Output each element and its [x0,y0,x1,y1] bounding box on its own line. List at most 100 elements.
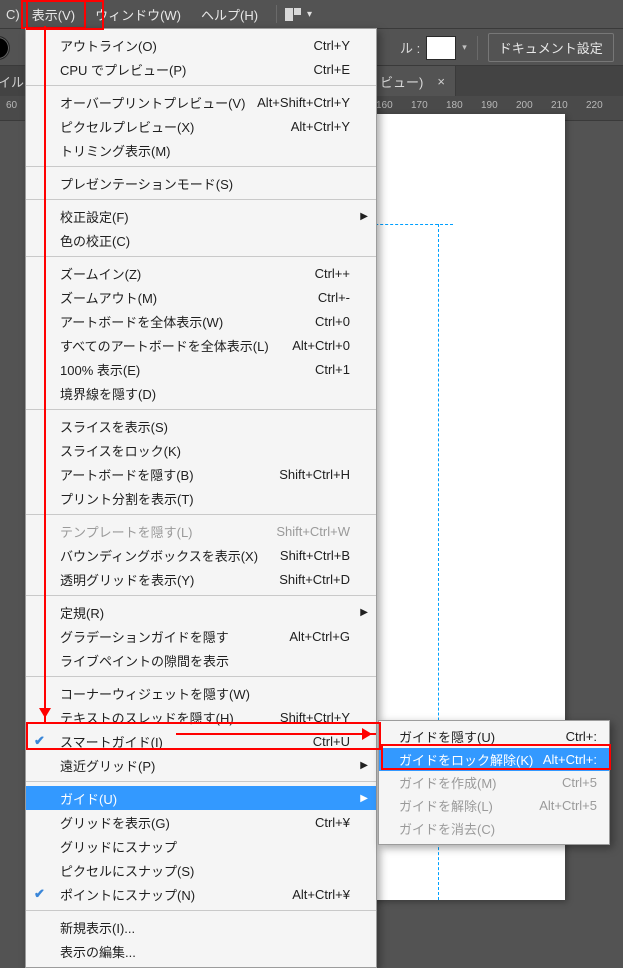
menu-item-label: アートボードを全体表示(W) [60,312,223,331]
submenu-item-shortcut: Alt+Ctrl+5 [539,798,597,813]
menu-item-label: ピクセルにスナップ(S) [60,861,194,880]
menu-item-shortcut: Shift+Ctrl+D [279,572,350,587]
menu-item-label: スマートガイド(I) [60,732,163,751]
menu-item-label: トリミング表示(M) [60,141,171,160]
menu-item-label: プレゼンテーションモード(S) [60,174,233,193]
menu-item[interactable]: グリッドにスナップ [26,834,376,858]
document-tab[interactable]: ビュー) × [370,66,456,96]
menu-item[interactable]: 定規(R)▶ [26,600,376,624]
submenu-item[interactable]: ガイドをロック解除(K)Alt+Ctrl+: [379,748,609,771]
menu-item[interactable]: スライスを表示(S) [26,414,376,438]
menu-item-shortcut: Alt+Ctrl+0 [292,338,350,353]
menu-item[interactable]: ピクセルにスナップ(S) [26,858,376,882]
menu-item-shortcut: Ctrl+¥ [315,815,350,830]
menu-item[interactable]: アートボードを隠す(B)Shift+Ctrl+H [26,462,376,486]
menu-item[interactable]: コーナーウィジェットを隠す(W) [26,681,376,705]
menu-item-label: グリッドを表示(G) [60,813,170,832]
submenu-item-label: ガイドを隠す(U) [399,727,495,746]
menu-item-shortcut: Alt+Shift+Ctrl+Y [257,95,350,110]
menu-item-label: テキストのスレッドを隠す(H) [60,708,234,727]
menu-item[interactable]: 表示の編集... [26,939,376,963]
control-separator [477,36,478,60]
menu-item[interactable]: ピクセルプレビュー(X) Alt+Ctrl+Y [26,114,376,138]
menu-item-label: 表示の編集... [60,942,136,961]
menu-item[interactable]: プレゼンテーションモード(S) [26,171,376,195]
menu-item-label: ピクセルプレビュー(X) [60,117,194,136]
menu-item-label: グラデーションガイドを隠す [60,627,229,646]
submenu-item[interactable]: ガイドを隠す(U) Ctrl+: [379,725,609,748]
ruler-tick: 220 [586,100,603,111]
check-icon: ✔ [34,733,45,749]
menu-item[interactable]: グラデーションガイドを隠すAlt+Ctrl+G [26,624,376,648]
swatch-dropdown-icon[interactable]: ▾ [462,42,467,53]
menu-item-shortcut: Ctrl+- [318,290,350,305]
menu-item[interactable]: オーバープリントプレビュー(V)Alt+Shift+Ctrl+Y [26,90,376,114]
menu-item[interactable]: 境界線を隠す(D) [26,381,376,405]
menubar-separator [276,5,277,23]
submenu-arrow-icon: ▶ [360,760,368,771]
ruler-tick: 180 [446,100,463,111]
menu-view[interactable]: 表示(V) [22,1,85,28]
document-settings-button[interactable]: ドキュメント設定 [488,33,614,62]
annotation-arrow [176,733,376,735]
color-swatch[interactable] [426,36,456,60]
menu-item[interactable]: バウンディングボックスを表示(X) Shift+Ctrl+B [26,543,376,567]
menu-item[interactable]: ガイド(U)▶ [26,786,376,810]
fill-swatch[interactable] [0,36,10,60]
menu-item[interactable]: アートボードを全体表示(W)Ctrl+0 [26,309,376,333]
ruler-label: ル : [400,38,420,57]
menu-item-shortcut: Ctrl+Y [314,38,350,53]
menu-item-shortcut: Shift+Ctrl+H [279,467,350,482]
workspace-layout-dropdown-icon[interactable]: ▾ [307,9,312,20]
ruler-tick: 60 [6,100,17,111]
menu-item-label: ズームイン(Z) [60,264,141,283]
ruler-tick: 190 [481,100,498,111]
menu-item[interactable]: テキストのスレッドを隠す(H)Shift+Ctrl+Y [26,705,376,729]
workspace-layout-icon[interactable] [285,8,301,21]
menu-item[interactable]: 校正設定(F) ▶ [26,204,376,228]
menu-window[interactable]: ウィンドウ(W) [85,1,191,28]
menu-item-label: スライスをロック(K) [60,441,181,460]
menu-item[interactable]: 100% 表示(E) Ctrl+1 [26,357,376,381]
menu-item-shortcut: Ctrl+E [314,62,350,77]
menu-item-label: 透明グリッドを表示(Y) [60,570,194,589]
menu-item-label: バウンディングボックスを表示(X) [60,546,258,565]
menu-help[interactable]: ヘルプ(H) [191,1,268,28]
menu-item[interactable]: 色の校正(C) [26,228,376,252]
submenu-item: ガイドを作成(M)Ctrl+5 [379,771,609,794]
submenu-item-shortcut: Ctrl+: [566,729,597,744]
menu-item[interactable]: 新規表示(I)... [26,915,376,939]
menu-item[interactable]: ズームアウト(M) Ctrl+- [26,285,376,309]
menu-item-label: テンプレートを隠す(L) [60,522,193,541]
menu-item-label: 新規表示(I)... [60,918,135,937]
menu-item[interactable]: 透明グリッドを表示(Y) Shift+Ctrl+D [26,567,376,591]
menu-item-label: ライブペイントの隙間を表示 [60,651,229,670]
menu-item[interactable]: ✔ポイントにスナップ(N)Alt+Ctrl+¥ [26,882,376,906]
submenu-item-shortcut: Ctrl+5 [562,775,597,790]
tab-close-icon[interactable]: × [437,74,445,89]
menu-item-label: 100% 表示(E) [60,360,140,379]
ruler-tick: 170 [411,100,428,111]
menu-item-shortcut: Shift+Ctrl+W [276,524,350,539]
menu-item[interactable]: グリッドを表示(G) Ctrl+¥ [26,810,376,834]
menu-item-label: 定規(R) [60,603,104,622]
menu-item-shortcut: Shift+Ctrl+B [280,548,350,563]
menu-item[interactable]: ライブペイントの隙間を表示 [26,648,376,672]
menu-item-label: 境界線を隠す(D) [60,384,156,403]
menu-item-shortcut: Alt+Ctrl+¥ [292,887,350,902]
menu-item-label: ズームアウト(M) [60,288,157,307]
menu-item[interactable]: プリント分割を表示(T) [26,486,376,510]
view-menu-dropdown: アウトライン(O)Ctrl+YCPU でプレビュー(P)Ctrl+E オーバープリ… [25,28,377,968]
menu-item[interactable]: スライスをロック(K) [26,438,376,462]
menu-item[interactable]: トリミング表示(M) [26,138,376,162]
menu-item-label: ガイド(U) [60,789,117,808]
menu-item[interactable]: アウトライン(O)Ctrl+Y [26,33,376,57]
menu-item[interactable]: 遠近グリッド(P)▶ [26,753,376,777]
menu-item[interactable]: ズームイン(Z)Ctrl++ [26,261,376,285]
submenu-arrow-icon: ▶ [360,211,368,222]
menu-item-shortcut: Alt+Ctrl+Y [291,119,350,134]
menu-item[interactable]: CPU でプレビュー(P)Ctrl+E [26,57,376,81]
menu-item-shortcut: Ctrl+1 [315,362,350,377]
menu-item[interactable]: すべてのアートボードを全体表示(L)Alt+Ctrl+0 [26,333,376,357]
menu-item-label: 校正設定(F) [60,207,129,226]
